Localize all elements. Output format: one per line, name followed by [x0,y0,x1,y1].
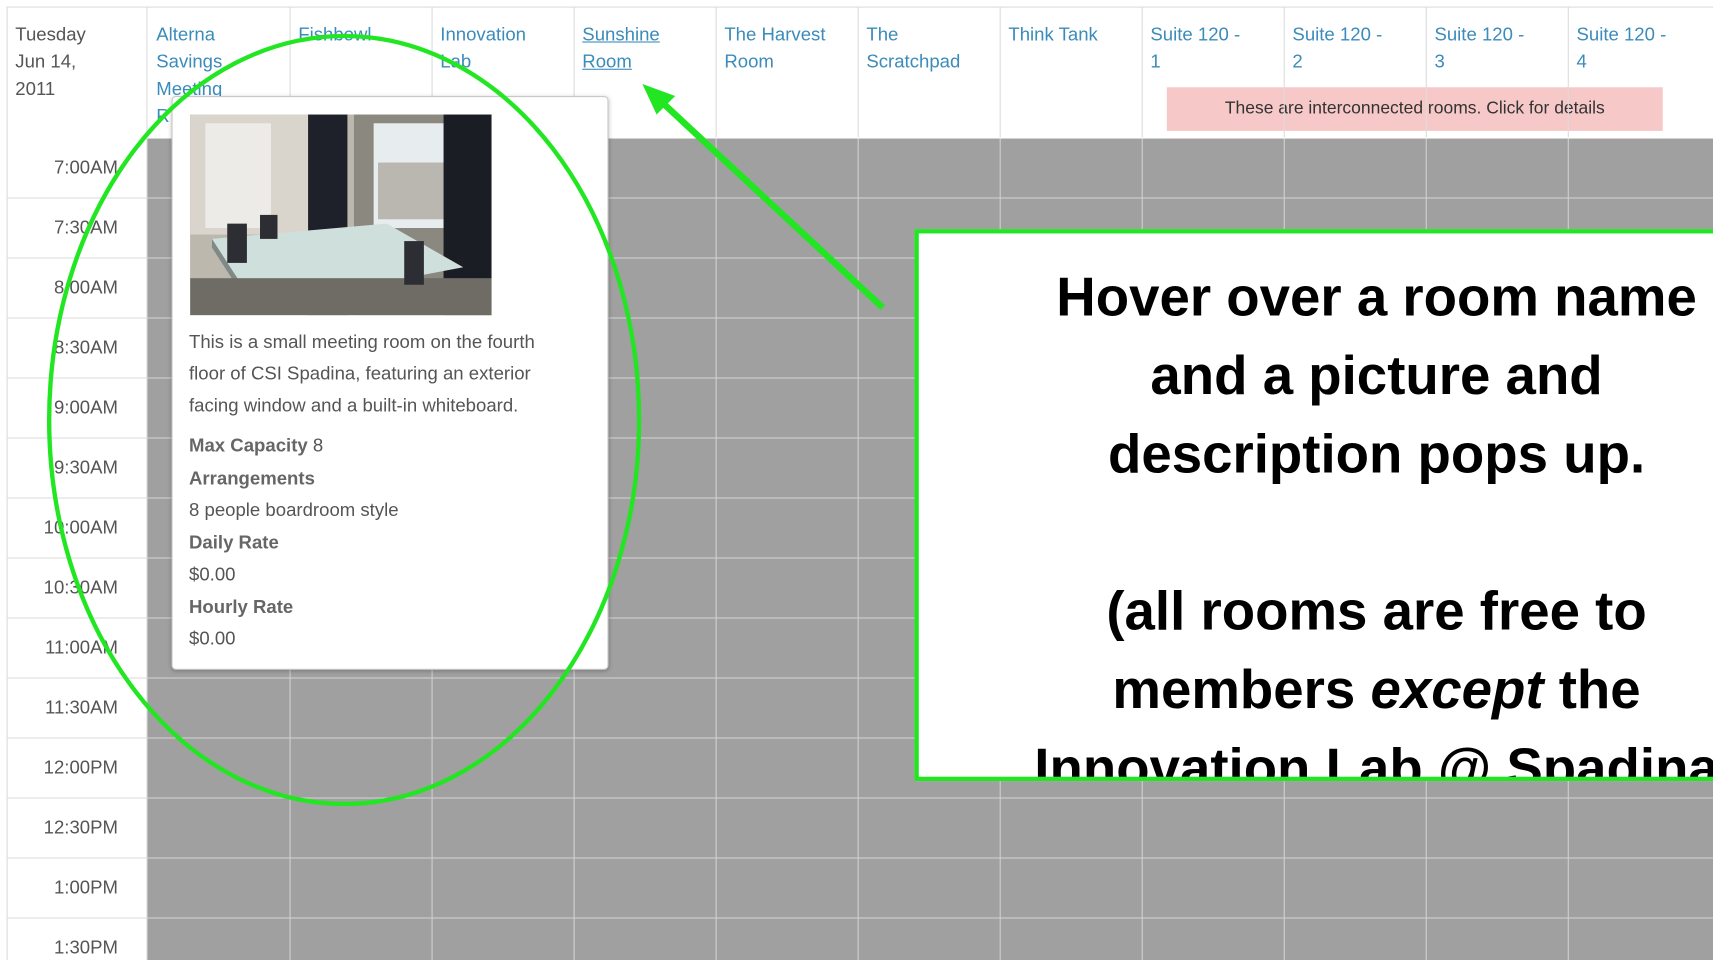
arrangements-value: 8 people boardroom style [189,499,399,521]
time-row-divider [6,317,147,319]
header-column-divider [6,6,8,960]
room-photo-image [190,114,492,316]
header-column-divider [1425,6,1427,138]
daily-rate-value: $0.00 [189,563,236,585]
annotation-callout: Hover over a room name and a picture and… [914,229,1713,782]
annotation-line: description pops up. [1107,423,1646,485]
time-row-divider [6,617,147,619]
time-row-divider [6,197,147,199]
time-row-divider [6,917,147,919]
annotation-except-word: except [1370,658,1544,720]
booking-page: Tuesday Jun 14, 2011 Alterna Savings Meeti… [0,0,1713,960]
time-row-divider [6,857,147,859]
time-row-divider [6,257,147,259]
annotation-members: members [1112,658,1371,720]
time-row-divider [6,797,147,799]
room-description-line: floor of CSI Spadina, featuring an exter… [189,363,531,384]
annotation-line: (all rooms are free to [1106,580,1647,642]
hourly-rate-value: $0.00 [189,628,236,650]
room-photo [190,114,492,316]
hourly-rate-label: Hourly Rate [189,596,294,617]
annotation-the: the [1543,658,1641,720]
daily-rate-label: Daily Rate [189,531,279,553]
annotation-line: members except the [919,650,1713,729]
max-capacity-row: Max Capacity 8 [189,430,593,462]
header-column-divider [1567,6,1569,138]
header-column-divider [146,6,148,960]
screenshot-stage: Tuesday Jun 14, 2011 Alterna Savings Meeti… [0,0,1713,960]
max-capacity-label: Max Capacity [189,435,308,456]
annotation-line: Hover over a room name [1056,266,1697,328]
time-row-divider [6,437,147,439]
time-row-divider [6,377,147,379]
header-column-divider [999,6,1001,138]
time-row-divider [6,677,147,679]
time-row-divider [6,557,147,559]
annotation-line: and a picture and [1150,344,1603,406]
header-column-divider [1283,6,1285,138]
header-column-divider [1141,6,1143,138]
time-row-divider [6,737,147,739]
header-column-divider [857,6,859,138]
max-capacity-value: 8 [312,435,324,456]
room-details: Max Capacity 8 Arrangements 8 people boa… [189,430,593,655]
arrangements-label: Arrangements [189,467,315,489]
time-row-divider [6,497,147,499]
room-info-popup: This is a small meeting room on the four… [171,95,609,670]
room-description: This is a small meeting room on the four… [189,326,599,421]
room-description-line: This is a small meeting room on the four… [189,331,535,353]
room-description-line: facing window and a built-in whiteboard. [189,394,519,416]
annotation-line: Innovation Lab @ Spadina [1034,737,1713,782]
header-column-divider [715,6,717,138]
